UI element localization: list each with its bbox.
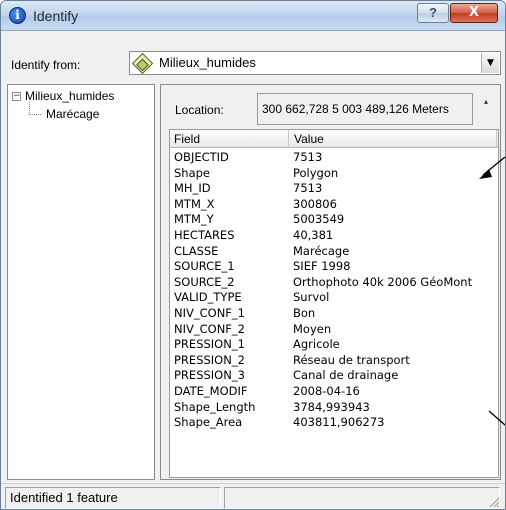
table-row[interactable]: NIV_CONF_1 Bon <box>170 306 498 322</box>
value-cell: Canal de drainage <box>293 368 399 383</box>
value-cell: 300806 <box>293 196 337 211</box>
column-divider[interactable] <box>496 130 497 148</box>
field-cell: MH_ID <box>174 181 211 196</box>
info-icon: i <box>9 7 26 24</box>
field-cell: CLASSE <box>174 243 219 258</box>
table-row[interactable]: SOURCE_2 Orthophoto 40k 2006 GéoMont <box>170 275 498 291</box>
table-row[interactable]: NIV_CONF_2 Moyen <box>170 322 498 338</box>
table-row[interactable]: PRESSION_1 Agricole <box>170 337 498 353</box>
location-field[interactable]: 300 662,728 5 003 489,126 Meters <box>257 93 473 125</box>
value-cell: SIEF 1998 <box>293 259 351 274</box>
location-options-icon[interactable]: ▴ <box>479 95 493 109</box>
tree-item-layer[interactable]: Milieux_humides <box>25 89 114 103</box>
table-row[interactable]: MTM_X 300806 <box>170 197 498 213</box>
field-cell: SOURCE_1 <box>174 259 235 274</box>
field-cell: DATE_MODIF <box>174 383 248 398</box>
table-row[interactable]: PRESSION_2 Réseau de transport <box>170 353 498 369</box>
value-cell: Réseau de transport <box>293 352 410 367</box>
table-row[interactable]: MTM_Y 5003549 <box>170 212 498 228</box>
attributes-grid[interactable]: Field Value OBJECTID 7513 Shape Polygon MH_I… <box>169 129 499 478</box>
tree-connector <box>29 102 41 115</box>
field-cell: Shape_Area <box>174 415 243 430</box>
table-row[interactable]: Shape_Area 403811,906273 <box>170 415 498 431</box>
identify-from-value: Milieux_humides <box>159 55 256 70</box>
identify-window: i Identify ? X Identify from: Milieux_hu… <box>0 0 506 510</box>
value-cell: 7513 <box>293 181 323 196</box>
layer-icon <box>131 52 154 75</box>
identify-from-dropdown[interactable]: Milieux_humides ▼ <box>129 51 501 75</box>
field-cell: NIV_CONF_2 <box>174 321 245 336</box>
field-cell: Shape_Length <box>174 399 256 414</box>
value-cell: 3784,993943 <box>293 399 370 414</box>
field-cell: PRESSION_1 <box>174 337 245 352</box>
value-cell: Bon <box>293 305 316 320</box>
table-row[interactable]: VALID_TYPE Survol <box>170 290 498 306</box>
details-panel: Location: 300 662,728 5 003 489,126 Mete… <box>160 84 501 480</box>
column-header-value[interactable]: Value <box>294 132 324 146</box>
field-cell: HECTARES <box>174 227 235 242</box>
grid-rows: OBJECTID 7513 Shape Polygon MH_ID 7513 MTM_X 30… <box>170 150 498 431</box>
table-row[interactable]: Shape Polygon <box>170 166 498 182</box>
table-row[interactable]: MH_ID 7513 <box>170 181 498 197</box>
table-row[interactable]: SOURCE_1 SIEF 1998 <box>170 259 498 275</box>
table-row[interactable]: DATE_MODIF 2008-04-16 <box>170 384 498 400</box>
status-panel <box>224 487 500 509</box>
collapse-icon[interactable]: − <box>12 92 21 101</box>
value-cell: Orthophoto 40k 2006 GéoMont <box>293 274 473 289</box>
table-row[interactable]: CLASSE Marécage <box>170 244 498 260</box>
table-row[interactable]: HECTARES 40,381 <box>170 228 498 244</box>
column-header-field[interactable]: Field <box>174 132 200 146</box>
field-cell: MTM_Y <box>174 212 214 227</box>
window-title: Identify <box>33 8 79 24</box>
close-button[interactable]: X <box>450 3 498 23</box>
field-cell: SOURCE_2 <box>174 274 235 289</box>
results-tree[interactable]: − Milieux_humides Marécage <box>7 84 155 480</box>
table-row[interactable]: Shape_Length 3784,993943 <box>170 400 498 416</box>
column-divider[interactable] <box>288 130 289 148</box>
status-text: Identified 1 feature <box>5 487 221 509</box>
value-cell: 5003549 <box>293 212 345 227</box>
value-cell: 40,381 <box>293 227 334 242</box>
value-cell: Marécage <box>293 243 350 258</box>
grid-header: Field Value <box>170 130 498 148</box>
field-cell: NIV_CONF_1 <box>174 305 245 320</box>
value-cell: 7513 <box>293 150 323 164</box>
table-row[interactable]: OBJECTID 7513 <box>170 150 498 166</box>
value-cell: Survol <box>293 290 330 305</box>
value-cell: 2008-04-16 <box>293 383 360 398</box>
value-cell: 403811,906273 <box>293 415 385 430</box>
field-cell: MTM_X <box>174 196 215 211</box>
value-cell: Polygon <box>293 165 339 180</box>
help-button[interactable]: ? <box>417 3 449 23</box>
chevron-down-icon[interactable]: ▼ <box>481 53 499 73</box>
field-cell: OBJECTID <box>174 150 229 164</box>
field-cell: PRESSION_3 <box>174 368 245 383</box>
title-bar[interactable]: i Identify ? X <box>1 1 505 31</box>
resize-grip-icon[interactable] <box>487 495 499 507</box>
field-cell: PRESSION_2 <box>174 352 245 367</box>
value-cell: Moyen <box>293 321 332 336</box>
field-cell: Shape <box>174 165 211 180</box>
location-label: Location: <box>175 103 224 117</box>
value-cell: Agricole <box>293 337 340 352</box>
status-bar: Identified 1 feature <box>1 483 505 509</box>
tree-item-feature[interactable]: Marécage <box>46 107 99 121</box>
identify-from-label: Identify from: <box>11 58 81 72</box>
table-row[interactable]: PRESSION_3 Canal de drainage <box>170 368 498 384</box>
field-cell: VALID_TYPE <box>174 290 242 305</box>
